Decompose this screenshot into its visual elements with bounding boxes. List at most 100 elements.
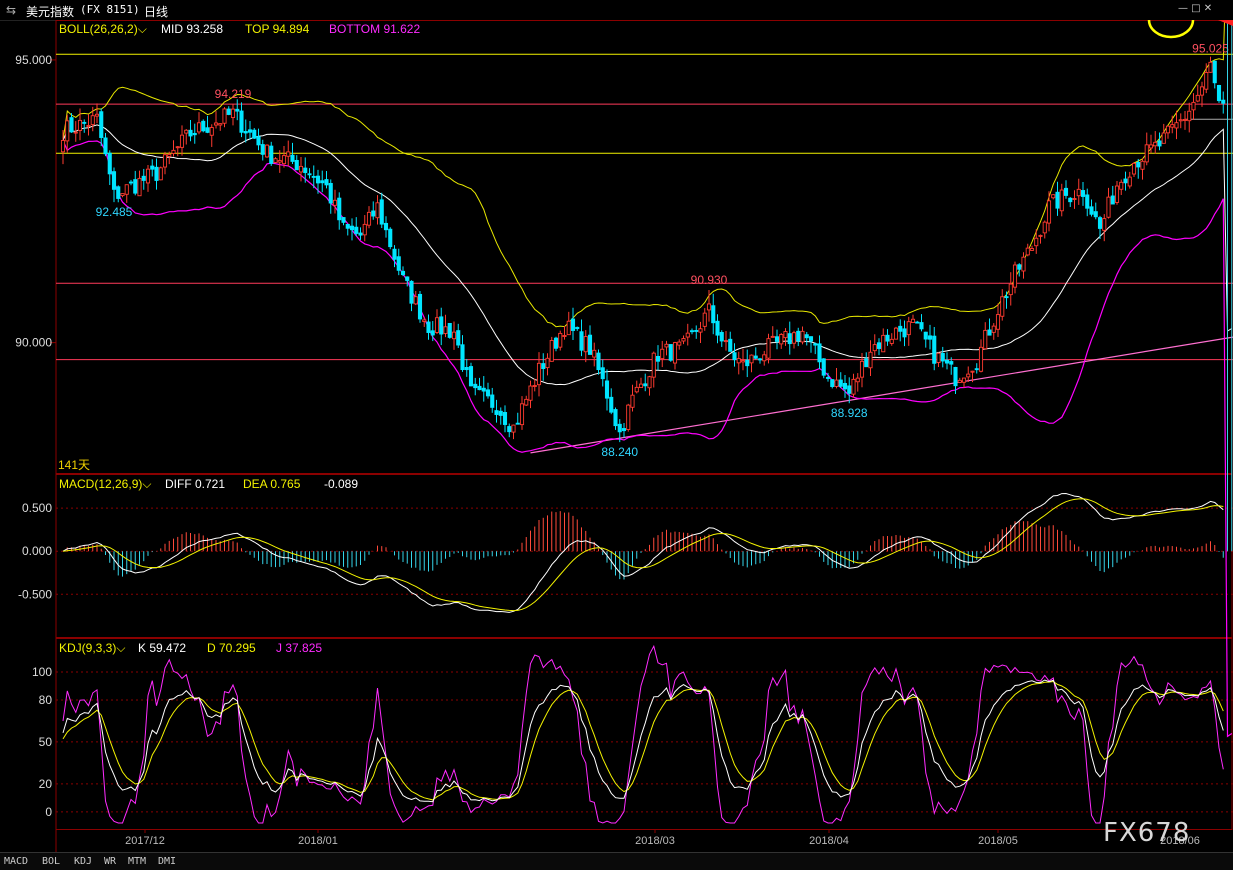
tab-mtm[interactable]: MTM: [128, 856, 146, 867]
boll-mid-line: [63, 125, 1232, 385]
candle-up: [529, 386, 532, 400]
candle-down: [542, 364, 545, 369]
candle-up: [1175, 123, 1178, 128]
candle-down: [142, 176, 145, 180]
candle-up: [274, 159, 277, 163]
tab-macd[interactable]: MACD: [4, 856, 28, 867]
candle-down: [359, 233, 362, 235]
tab-wr[interactable]: WR: [104, 856, 116, 867]
candle-down: [134, 180, 137, 194]
candle-up: [967, 374, 970, 377]
candle-down: [839, 380, 842, 386]
candle-up: [627, 405, 630, 429]
period-selector[interactable]: 日线: [144, 3, 168, 20]
candle-up: [299, 166, 302, 172]
candle-up: [1077, 189, 1080, 195]
candle-up: [984, 330, 987, 348]
candle-down: [695, 330, 698, 331]
candle-down: [495, 411, 498, 415]
candle-down: [465, 367, 468, 369]
kdj-y-tick-label: 20: [39, 777, 53, 791]
candle-down: [797, 331, 800, 340]
candle-down: [499, 411, 502, 415]
candle-up: [992, 326, 995, 332]
candle-down: [206, 128, 209, 133]
candle-down: [244, 131, 247, 132]
candle-up: [146, 169, 149, 183]
candle-down: [1213, 61, 1216, 83]
candle-down: [746, 360, 749, 365]
candle-down: [155, 167, 158, 180]
candle-down: [295, 160, 298, 169]
candle-up: [784, 332, 787, 338]
window-controls-icon[interactable]: — □ ✕: [1178, 3, 1212, 14]
candle-up: [665, 344, 668, 347]
candle-up: [703, 313, 706, 326]
candle-down: [482, 388, 485, 391]
candle-down: [618, 424, 621, 431]
candle-down: [193, 133, 196, 134]
candle-up: [1043, 222, 1046, 233]
candle-up: [197, 123, 200, 132]
candle-up: [686, 333, 689, 337]
candle-down: [108, 153, 111, 174]
candle-down: [346, 224, 349, 228]
candle-up: [678, 342, 681, 345]
candle-up: [1013, 265, 1016, 287]
candle-down: [350, 226, 353, 230]
kdj-y-tick-label: 100: [32, 665, 52, 679]
candle-down: [372, 211, 375, 216]
candle-down: [576, 327, 579, 328]
candle-up: [1192, 102, 1195, 109]
macd-y-tick-label: -0.500: [18, 587, 52, 601]
candle-up: [1009, 284, 1012, 295]
candle-down: [928, 336, 931, 339]
candle-up: [1030, 249, 1033, 251]
candle-down: [397, 257, 400, 271]
candle-down: [440, 317, 443, 334]
candle-down: [826, 377, 829, 378]
candle-down: [406, 277, 409, 281]
candle-up: [652, 353, 655, 377]
candle-down: [270, 146, 273, 163]
candle-up: [223, 109, 226, 123]
candle-down: [712, 306, 715, 323]
tab-kdj[interactable]: KDJ: [74, 856, 92, 867]
price-annotation: 94.219: [215, 87, 252, 101]
candle-up: [1183, 119, 1186, 120]
x-tick-label: 2018/03: [635, 835, 675, 847]
candle-up: [1022, 257, 1025, 271]
candle-up: [546, 358, 549, 367]
tab-boll[interactable]: BOL: [42, 856, 60, 867]
candle-down: [975, 369, 978, 370]
candle-down: [729, 339, 732, 351]
macd-legend-label: MACD(12,26,9)⌵: [59, 477, 151, 491]
candle-up: [1188, 111, 1191, 120]
candle-down: [503, 412, 506, 424]
candle-down: [1217, 85, 1220, 100]
corner-marker-icon: [1218, 20, 1233, 26]
candle-down: [308, 174, 311, 175]
candle-down: [257, 137, 260, 145]
candle-down: [189, 130, 192, 136]
candle-down: [809, 337, 812, 341]
tab-dmi[interactable]: DMI: [158, 856, 176, 867]
candle-up: [363, 224, 366, 234]
candle-up: [907, 322, 910, 335]
candle-down: [431, 331, 434, 335]
candle-down: [1056, 192, 1059, 208]
candle-up: [1039, 235, 1042, 236]
back-arrow-icon[interactable]: ⇆: [6, 3, 16, 17]
price-annotation: 95.025: [1192, 42, 1229, 56]
candle-up: [278, 161, 281, 163]
candle-up: [1145, 145, 1148, 162]
candle-down: [448, 323, 451, 337]
candle-up: [860, 361, 863, 377]
candle-down: [508, 427, 511, 432]
candle-up: [78, 120, 81, 130]
candle-up: [584, 337, 587, 352]
x-tick-label: 2018/05: [978, 835, 1018, 847]
candle-down: [338, 198, 341, 220]
candle-up: [750, 355, 753, 363]
macd-legend-value: DIFF 0.721: [165, 477, 225, 491]
